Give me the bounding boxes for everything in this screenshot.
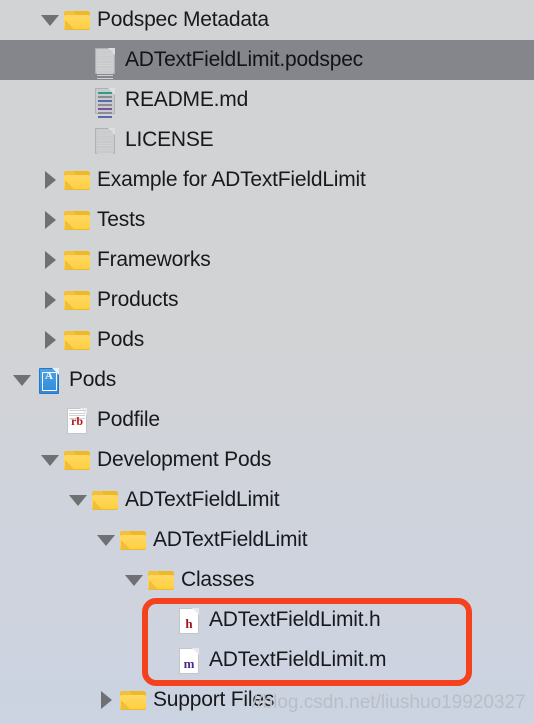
tree-row-label: Podspec Metadata xyxy=(97,8,269,31)
tree-row[interactable]: Support Files xyxy=(0,680,534,720)
chevron-down-icon[interactable] xyxy=(40,0,60,40)
tree-row-label: Support Files xyxy=(153,688,275,711)
markdown-document-icon xyxy=(95,88,115,118)
chevron-down-icon[interactable] xyxy=(96,520,116,560)
folder-icon xyxy=(64,11,90,30)
tree-row-label: Example for ADTextFieldLimit xyxy=(97,168,366,191)
folder-icon xyxy=(120,531,146,550)
xcode-project-icon: A xyxy=(39,368,59,394)
tree-row-label: ADTextFieldLimit.podspec xyxy=(125,48,363,71)
row-icon xyxy=(64,4,90,36)
row-icon xyxy=(148,564,174,596)
tree-row[interactable]: rb Podfile xyxy=(0,400,534,440)
objc-file-icon: m xyxy=(179,648,199,674)
tree-row-label: Pods xyxy=(69,368,117,391)
row-icon: m xyxy=(176,644,202,676)
row-icon xyxy=(64,204,90,236)
tree-row-label: ADTextFieldLimit xyxy=(153,528,308,551)
tree-row-label: README.md xyxy=(125,88,249,111)
tree-row[interactable]: Tests xyxy=(0,200,534,240)
row-icon xyxy=(64,244,90,276)
chevron-right-icon[interactable] xyxy=(40,320,60,360)
chevron-right-icon[interactable] xyxy=(40,200,60,240)
tree-row-label: Products xyxy=(97,288,179,311)
row-icon xyxy=(92,124,118,159)
chevron-right-icon[interactable] xyxy=(40,280,60,320)
tree-row[interactable]: m ADTextFieldLimit.m xyxy=(0,640,534,680)
chevron-right-icon[interactable] xyxy=(40,160,60,200)
tree-row[interactable]: ADTextFieldLimit xyxy=(0,520,534,560)
tree-row-label: Classes xyxy=(181,568,255,591)
row-icon xyxy=(64,324,90,356)
project-navigator-tree[interactable]: Podspec Metadata ADTextFieldLimit.podspec… xyxy=(0,0,534,724)
tree-row[interactable]: LICENSE xyxy=(0,120,534,160)
row-icon xyxy=(92,84,118,118)
chevron-down-icon[interactable] xyxy=(12,360,32,400)
row-icon xyxy=(64,164,90,196)
tree-row[interactable]: Podspec Metadata xyxy=(0,0,534,40)
folder-icon xyxy=(64,171,90,190)
folder-icon xyxy=(120,691,146,710)
folder-icon xyxy=(64,331,90,350)
row-icon xyxy=(92,44,118,79)
chevron-down-icon[interactable] xyxy=(40,440,60,480)
folder-icon xyxy=(64,251,90,270)
header-file-icon: h xyxy=(179,608,199,634)
chevron-down-icon[interactable] xyxy=(124,560,144,600)
tree-row[interactable]: Frameworks xyxy=(0,240,534,280)
document-icon xyxy=(95,128,115,159)
tree-row[interactable]: Classes xyxy=(0,560,534,600)
chevron-right-icon[interactable] xyxy=(96,680,116,720)
chevron-right-icon[interactable] xyxy=(40,240,60,280)
tree-row[interactable]: A Pods xyxy=(0,360,534,400)
tree-row[interactable]: Products xyxy=(0,280,534,320)
ruby-document-icon: rb xyxy=(67,408,87,434)
row-icon: h xyxy=(176,604,202,636)
row-icon xyxy=(64,444,90,476)
row-icon xyxy=(92,484,118,516)
tree-row-label: Development Pods xyxy=(97,448,272,471)
folder-icon xyxy=(64,291,90,310)
tree-row[interactable]: Pods xyxy=(0,320,534,360)
tree-row-label: ADTextFieldLimit xyxy=(125,488,280,511)
chevron-down-icon[interactable] xyxy=(68,480,88,520)
tree-row[interactable]: h ADTextFieldLimit.h xyxy=(0,600,534,640)
tree-row-label: ADTextFieldLimit.m xyxy=(209,648,387,671)
row-icon: A xyxy=(36,364,62,396)
folder-icon xyxy=(92,491,118,510)
tree-row-label: ADTextFieldLimit.h xyxy=(209,608,381,631)
row-icon xyxy=(120,524,146,556)
document-icon xyxy=(95,48,115,79)
row-icon: rb xyxy=(64,404,90,436)
tree-row[interactable]: Example for ADTextFieldLimit xyxy=(0,160,534,200)
folder-icon xyxy=(64,211,90,230)
tree-row[interactable]: Development Pods xyxy=(0,440,534,480)
tree-row-label: Tests xyxy=(97,208,146,231)
row-icon xyxy=(64,284,90,316)
tree-row-label: LICENSE xyxy=(125,128,214,151)
tree-row[interactable]: ADTextFieldLimit xyxy=(0,480,534,520)
folder-icon xyxy=(64,451,90,470)
tree-row[interactable]: README.md xyxy=(0,80,534,120)
row-icon xyxy=(120,684,146,716)
tree-row[interactable]: ADTextFieldLimit.podspec xyxy=(0,40,534,80)
folder-icon xyxy=(148,571,174,590)
tree-row-label: Podfile xyxy=(97,408,160,431)
tree-row-label: Frameworks xyxy=(97,248,211,271)
tree-row-label: Pods xyxy=(97,328,145,351)
